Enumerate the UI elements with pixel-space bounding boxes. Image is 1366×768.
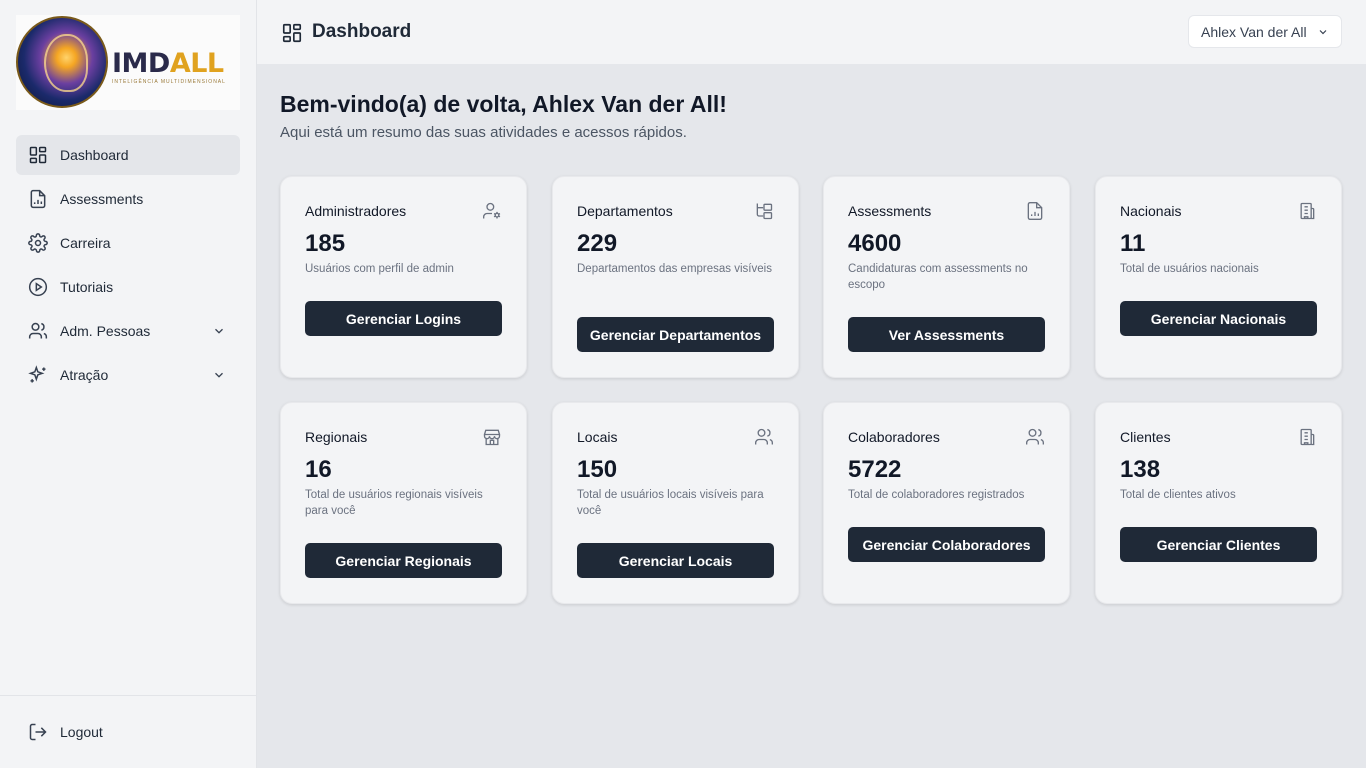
card-value: 229: [577, 230, 618, 257]
card-description: Total de usuários regionais visíveis par…: [305, 489, 483, 517]
sidebar-item-label: Carreira: [60, 235, 111, 251]
gerenciar-regionais-button[interactable]: Gerenciar Regionais: [305, 543, 502, 578]
users-icon: [1025, 427, 1045, 447]
page-title: Dashboard: [312, 21, 412, 42]
sidebar-item-tutoriais[interactable]: Tutoriais: [16, 267, 240, 307]
chevron-down-icon: [1317, 26, 1329, 38]
sidebar-item-assessments[interactable]: Assessments: [16, 179, 240, 219]
gear-icon: [28, 233, 48, 253]
users-icon: [754, 427, 774, 447]
logout-icon: [28, 722, 48, 742]
card-description: Total de usuários locais visíveis para v…: [577, 489, 764, 517]
sidebar-nav: Dashboard Assessments Carreira Tutoriais…: [16, 135, 240, 399]
card-description: Total de clientes ativos: [1120, 489, 1236, 501]
card-description: Usuários com perfil de admin: [305, 263, 454, 275]
card-nacionais: Nacionais 11 Total de usuários nacionais…: [1095, 176, 1342, 378]
card-value: 16: [305, 456, 332, 483]
sidebar-footer: Logout: [0, 695, 256, 768]
card-departamentos: Departamentos 229 Departamentos das empr…: [552, 176, 799, 378]
card-locais: Locais 150 Total de usuários locais visí…: [552, 402, 799, 604]
card-title: Departamentos: [577, 203, 673, 219]
building-icon: [1297, 427, 1317, 447]
card-description: Total de colaboradores registrados: [848, 489, 1025, 501]
sidebar-item-carreira[interactable]: Carreira: [16, 223, 240, 263]
sparkles-icon: [28, 365, 48, 385]
card-title: Nacionais: [1120, 203, 1182, 219]
card-title: Colaboradores: [848, 429, 940, 445]
card-title: Regionais: [305, 429, 368, 445]
card-title: Assessments: [848, 203, 932, 219]
logout-label: Logout: [60, 724, 103, 740]
welcome-subtitle: Aqui está um resumo das suas atividades …: [280, 124, 687, 141]
users-icon: [28, 321, 48, 341]
sidebar-item-atracao[interactable]: Atração: [16, 355, 240, 395]
layout-grid-icon: [28, 145, 48, 165]
store-icon: [482, 427, 502, 447]
card-value: 4600: [848, 230, 902, 257]
sidebar-item-label: Adm. Pessoas: [60, 323, 151, 339]
ver-assessments-button[interactable]: Ver Assessments: [848, 317, 1045, 352]
card-assessments: Assessments 4600 Candidaturas com assess…: [823, 176, 1070, 378]
play-circle-icon: [28, 277, 48, 297]
user-menu-button[interactable]: Ahlex Van der All: [1188, 15, 1342, 48]
user-name: Ahlex Van der All: [1201, 23, 1307, 40]
card-clientes: Clientes 138 Total de clientes ativos Ge…: [1095, 402, 1342, 604]
sidebar-item-label: Assessments: [60, 191, 144, 207]
gerenciar-logins-button[interactable]: Gerenciar Logins: [305, 301, 502, 336]
sidebar-item-adm-pessoas[interactable]: Adm. Pessoas: [16, 311, 240, 351]
card-administradores: Administradores 185 Usuários com perfil …: [280, 176, 527, 378]
gerenciar-clientes-button[interactable]: Gerenciar Clientes: [1120, 527, 1317, 562]
chevron-down-icon[interactable]: [212, 324, 226, 338]
brand-tagline: INTELIGÊNCIA MULTIDIMENSIONAL: [112, 79, 226, 85]
card-value: 11: [1120, 230, 1146, 257]
card-value: 150: [577, 456, 618, 483]
card-value: 5722: [848, 456, 902, 483]
brand-name: IMDALL: [112, 48, 224, 79]
card-regionais: Regionais 16 Total de usuários regionais…: [280, 402, 527, 604]
building-icon: [1297, 201, 1317, 221]
sidebar: IMDALL INTELIGÊNCIA MULTIDIMENSIONAL Das…: [0, 0, 257, 768]
gerenciar-departamentos-button[interactable]: Gerenciar Departamentos: [577, 317, 774, 352]
card-value: 138: [1120, 456, 1161, 483]
gerenciar-nacionais-button[interactable]: Gerenciar Nacionais: [1120, 301, 1317, 336]
brand-emblem: [16, 16, 108, 108]
sidebar-item-dashboard[interactable]: Dashboard: [16, 135, 240, 175]
sidebar-item-label: Tutoriais: [60, 279, 114, 295]
sidebar-item-label: Atração: [60, 367, 109, 383]
user-cog-icon: [482, 201, 502, 221]
card-colaboradores: Colaboradores 5722 Total de colaboradore…: [823, 402, 1070, 604]
card-description: Departamentos das empresas visíveis: [577, 263, 772, 275]
file-chart-icon: [28, 189, 48, 209]
folder-tree-icon: [754, 201, 774, 221]
card-description: Total de usuários nacionais: [1120, 263, 1259, 275]
gerenciar-colaboradores-button[interactable]: Gerenciar Colaboradores: [848, 527, 1045, 562]
card-value: 185: [305, 230, 346, 257]
logout-button[interactable]: Logout: [28, 722, 103, 742]
card-title: Administradores: [305, 203, 407, 219]
brand-logo[interactable]: IMDALL INTELIGÊNCIA MULTIDIMENSIONAL: [16, 15, 240, 110]
gerenciar-locais-button[interactable]: Gerenciar Locais: [577, 543, 774, 578]
sidebar-item-label: Dashboard: [60, 147, 129, 163]
card-description: Candidaturas com assessments no escopo: [848, 263, 1028, 291]
card-title: Locais: [577, 429, 618, 445]
top-header: Dashboard Ahlex Van der All: [257, 0, 1366, 64]
welcome-heading: Bem-vindo(a) de volta, Ahlex Van der All…: [280, 91, 727, 117]
layout-grid-icon: [281, 22, 303, 44]
file-chart-icon: [1025, 201, 1045, 221]
chevron-down-icon[interactable]: [212, 368, 226, 382]
card-title: Clientes: [1120, 429, 1171, 445]
